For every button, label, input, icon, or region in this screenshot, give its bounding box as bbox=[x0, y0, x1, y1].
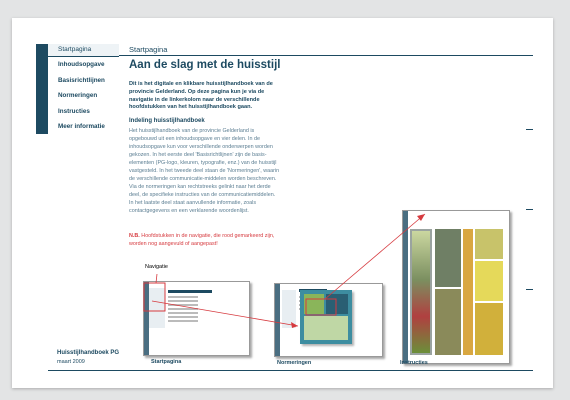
annotation-overlay bbox=[143, 213, 426, 328]
arrow-to-normeringen bbox=[151, 300, 299, 327]
callout-line bbox=[155, 273, 158, 284]
arrow-head bbox=[291, 322, 298, 328]
callout-box-normering bbox=[305, 298, 337, 316]
caption-startpagina: Startpagina bbox=[151, 359, 182, 365]
arrow-to-instructies bbox=[324, 213, 426, 300]
caption-normeringen: Normeringen bbox=[277, 360, 312, 366]
caption-instructies: Instructies bbox=[400, 360, 428, 366]
callout-label: Navigatie bbox=[145, 264, 168, 270]
callout-box-navigatie bbox=[143, 282, 166, 312]
